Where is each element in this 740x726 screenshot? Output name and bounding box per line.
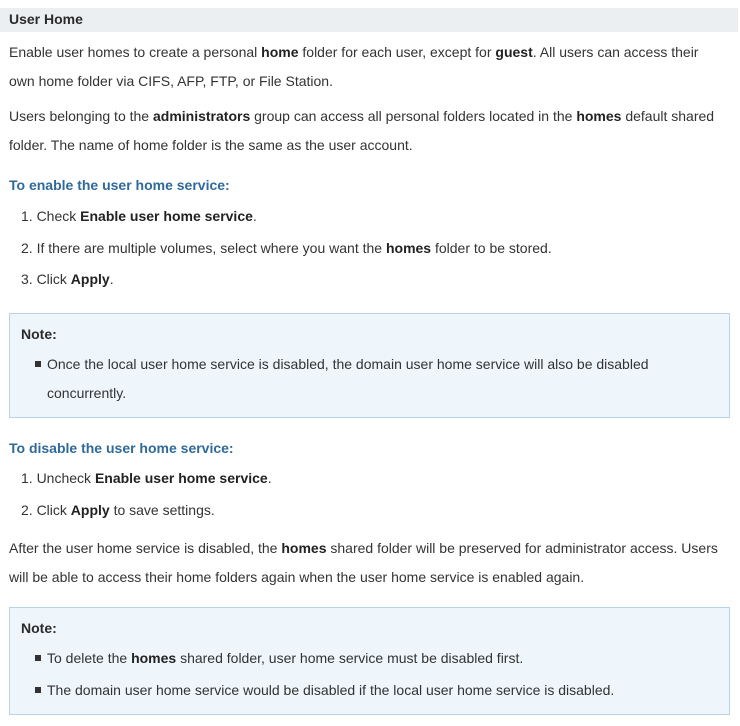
text: Enable user homes to create a personal [9,44,262,60]
help-page: User Home Enable user homes to create a … [0,0,740,726]
text: shared folder will be preserved for admi… [326,540,718,556]
disable-step-1: 1. Uncheck Enable user home service. [21,469,272,487]
note-item-2: The domain user home service would be di… [47,682,615,698]
text: Users belonging to the [9,108,153,124]
bold-term-homes: homes [576,108,622,124]
preserve-paragraph-line-2: will be able to access their home folder… [9,569,585,585]
bold-term-administrators: administrators [152,108,251,124]
note-box-1: Note: Once the local user home service i… [9,313,730,418]
text: default shared [621,108,715,124]
enable-step-3: 3. Click Apply. [21,270,114,288]
intro-paragraph-line-1: Enable user homes to create a personal h… [9,43,698,61]
bullet-icon [35,687,41,693]
disable-heading: To disable the user home service: [9,440,234,456]
bold-term: homes [385,240,432,256]
bold-term: Apply [70,502,110,518]
note-text-line-1: Once the local user home service is disa… [47,356,649,372]
text: 2. Click [21,502,71,518]
text: . All users can access their [532,44,699,60]
bold-term-guest: guest [495,44,533,60]
disable-step-2: 2. Click Apply to save settings. [21,501,215,519]
text: 1. Uncheck [21,470,95,486]
note-box-2: Note: To delete the homes shared folder,… [9,607,730,715]
intro-paragraph-line-2: own home folder via CIFS, AFP, FTP, or F… [9,73,333,89]
enable-heading: To enable the user home service: [9,177,230,193]
bold-term-home: home [261,44,299,60]
admin-paragraph-line-2: folder. The name of home folder is the s… [9,137,413,153]
text: to save settings. [109,502,215,518]
text: group can access all personal folders lo… [250,108,577,124]
bullet-icon [35,655,41,661]
bold-term: Apply [70,271,110,287]
text: To delete the [47,650,132,666]
note-item-1: To delete the homes shared folder, user … [47,649,523,667]
text: 3. Click [21,271,71,287]
text: folder to be stored. [431,240,552,256]
enable-step-2: 2. If there are multiple volumes, select… [21,239,552,257]
text: . [109,271,114,287]
bold-term-homes: homes [281,540,327,556]
text: shared folder, user home service must be… [176,650,524,666]
text: 2. If there are multiple volumes, select… [21,240,386,256]
text: 1. Check [21,208,81,224]
bullet-icon [35,361,41,367]
enable-step-1: 1. Check Enable user home service. [21,207,257,225]
text: folder for each user, except for [298,44,496,60]
note-text-line-2: concurrently. [47,385,127,401]
bold-term-homes: homes [131,650,177,666]
bold-term: Enable user home service [80,208,253,224]
section-title: User Home [0,8,738,32]
note-title: Note: [21,326,57,342]
admin-paragraph-line-1: Users belonging to the administrators gr… [9,107,714,125]
note-title: Note: [21,620,57,636]
text: After the user home service is disabled,… [9,540,282,556]
text: . [252,208,257,224]
preserve-paragraph-line-1: After the user home service is disabled,… [9,539,718,557]
bold-term: Enable user home service [94,470,268,486]
text: . [267,470,272,486]
